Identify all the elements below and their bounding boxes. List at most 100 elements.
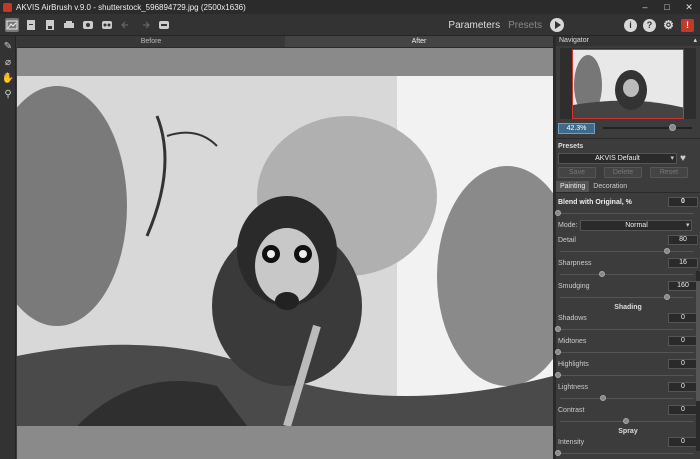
mode-dropdown[interactable]: Normal — [580, 220, 693, 231]
smudging-slider[interactable] — [558, 292, 694, 303]
contrast-slider[interactable] — [558, 416, 694, 427]
blend-slider[interactable] — [555, 208, 694, 219]
zoom-slider[interactable] — [603, 124, 692, 131]
help-button[interactable]: ? — [643, 18, 656, 32]
reset-preset-button[interactable]: Reset — [650, 167, 688, 178]
preset-dropdown[interactable]: AKVIS Default — [558, 153, 677, 164]
open-icon — [27, 19, 35, 30]
before-after-tabs: Before After — [17, 36, 553, 48]
redo-button[interactable] — [138, 18, 152, 32]
brush-tool[interactable]: ✎ — [2, 40, 14, 52]
slider-knob[interactable] — [555, 372, 561, 378]
title-bar: AKVIS AirBrush v.9.0 - shutterstock_5968… — [0, 0, 700, 14]
blend-param: Blend with Original, % 0 — [555, 196, 698, 219]
lightness-value[interactable]: 0 — [668, 382, 698, 392]
navigator-header: Navigator ▴ — [556, 36, 700, 46]
tab-before[interactable]: Before — [17, 36, 285, 47]
slider-track — [560, 251, 694, 252]
contrast-value[interactable]: 0 — [668, 405, 698, 415]
slider-knob[interactable] — [555, 210, 561, 216]
slider-track — [560, 453, 694, 454]
undo-icon — [121, 21, 128, 28]
slider-knob[interactable] — [663, 248, 670, 254]
midtones-slider[interactable] — [555, 347, 694, 358]
slider-knob[interactable] — [599, 395, 606, 401]
slider-knob[interactable] — [598, 271, 605, 277]
print-button[interactable] — [62, 18, 76, 32]
info-button[interactable]: i — [624, 18, 637, 32]
zoom-tool[interactable]: ⚲ — [2, 88, 14, 100]
tab-after[interactable]: After — [285, 36, 553, 47]
batch-button[interactable] — [100, 18, 114, 32]
slider-knob[interactable] — [663, 294, 670, 300]
spray-heading: Spray — [618, 428, 638, 435]
detail-slider[interactable] — [558, 246, 694, 257]
shadows-slider[interactable] — [555, 324, 694, 335]
slider-knob[interactable] — [555, 326, 561, 332]
panel-scrollbar[interactable] — [696, 271, 700, 451]
shadows-value[interactable]: 0 — [668, 313, 698, 323]
tab-presets[interactable]: Presets — [508, 20, 542, 31]
settings-toggle-button[interactable] — [157, 18, 171, 32]
mode-param: Mode: Normal — [558, 219, 698, 232]
slider-knob[interactable] — [555, 450, 561, 456]
zoom-slider-knob[interactable] — [669, 124, 677, 131]
home-icon — [6, 20, 18, 29]
slider-knob[interactable] — [623, 418, 629, 424]
favorite-heart-icon[interactable]: ♥ — [680, 153, 690, 164]
maximize-button[interactable]: □ — [656, 2, 678, 12]
collapse-icon[interactable]: ▴ — [693, 36, 697, 46]
slider-track — [560, 375, 694, 376]
detail-param: Detail 80 — [558, 234, 698, 257]
akvis-logo-button[interactable]: ! — [681, 18, 694, 32]
highlights-slider[interactable] — [555, 370, 694, 381]
slider-track — [560, 352, 694, 353]
print-icon — [64, 20, 74, 28]
minimize-button[interactable]: – — [634, 2, 656, 12]
home-button[interactable] — [5, 17, 19, 32]
tab-parameters[interactable]: Parameters — [448, 20, 500, 31]
processed-photo — [17, 76, 553, 426]
undo-button[interactable] — [119, 18, 133, 32]
shading-heading: Shading — [614, 304, 642, 311]
save-button[interactable] — [43, 18, 57, 32]
zoom-dropdown[interactable]: 42.3% — [558, 122, 595, 134]
detail-value[interactable]: 80 — [668, 235, 698, 245]
brush-icon: ✎ — [3, 40, 13, 52]
zoom-row: 42.3% — [558, 121, 698, 135]
sharpness-value[interactable]: 16 — [668, 258, 698, 268]
navigator-preview[interactable] — [560, 48, 696, 119]
midtones-value[interactable]: 0 — [668, 336, 698, 346]
run-button[interactable] — [550, 18, 564, 32]
eraser-tool[interactable]: ⌀ — [2, 56, 14, 68]
intensity-slider[interactable] — [555, 448, 694, 459]
blend-value[interactable]: 0 — [668, 197, 698, 207]
redo-icon — [143, 21, 150, 28]
open-button[interactable] — [24, 18, 38, 32]
save-preset-button[interactable]: Save — [558, 167, 596, 178]
intensity-value[interactable]: 0 — [668, 437, 698, 447]
smudging-value[interactable]: 160 — [668, 281, 698, 291]
tab-painting[interactable]: Painting — [556, 181, 590, 192]
highlights-param: Highlights 0 — [555, 358, 698, 381]
share-button[interactable] — [81, 18, 95, 32]
tab-decoration[interactable]: Decoration — [589, 181, 631, 192]
lightness-slider[interactable] — [558, 393, 694, 404]
eraser-icon: ⌀ — [4, 56, 12, 68]
divider — [556, 138, 700, 139]
slider-knob[interactable] — [555, 349, 561, 355]
sharpness-slider[interactable] — [558, 269, 694, 280]
hand-tool[interactable]: ✋ — [2, 72, 14, 84]
param-tabs: Painting Decoration — [556, 181, 700, 193]
settings-panel: Navigator ▴ 42.3% Presets AKVIS Default … — [555, 36, 700, 459]
delete-preset-button[interactable]: Delete — [604, 167, 642, 178]
gear-icon[interactable]: ⚙ — [662, 18, 675, 32]
image-canvas[interactable] — [17, 48, 553, 459]
panel-scrollbar-thumb[interactable] — [696, 281, 700, 401]
lightness-param: Lightness 0 — [558, 381, 698, 404]
settings-toggle-icon — [159, 20, 169, 29]
close-button[interactable]: ✕ — [678, 2, 700, 13]
app-logo-icon — [3, 2, 12, 12]
highlights-value[interactable]: 0 — [668, 359, 698, 369]
left-toolbar: ✎ ⌀ ✋ ⚲ — [0, 36, 16, 459]
